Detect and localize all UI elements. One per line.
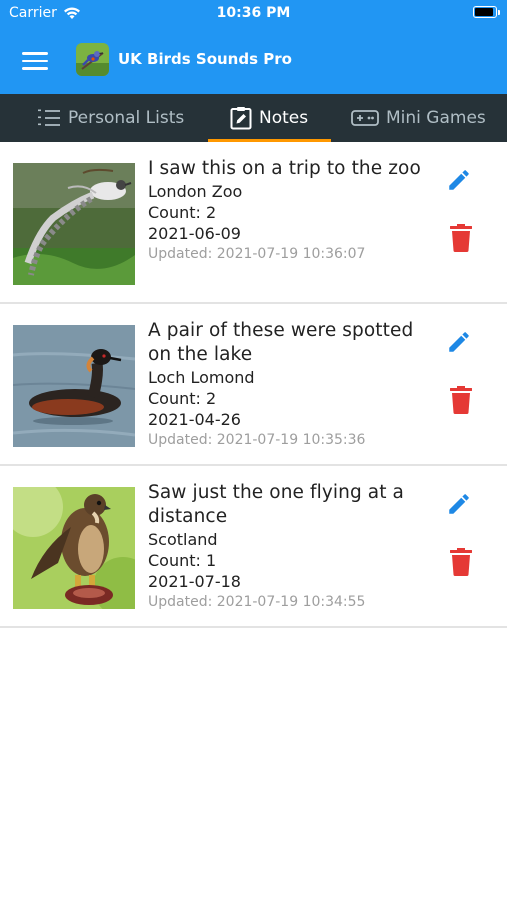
edit-icon[interactable] <box>446 491 472 517</box>
screen: Carrier 10:36 PM UK Birds Sounds Pro Per… <box>0 0 507 900</box>
notes-list: I saw this on a trip to the zoo London Z… <box>0 142 507 628</box>
note-details: A pair of these were spotted on the lake… <box>148 319 428 450</box>
clipboard-edit-icon <box>230 107 252 130</box>
note-item[interactable]: Saw just the one flying at a distance Sc… <box>0 466 507 628</box>
tab-notes[interactable]: Notes <box>230 94 308 142</box>
note-location: Loch Lomond <box>148 368 255 387</box>
note-details: Saw just the one flying at a distance Sc… <box>148 481 428 612</box>
tab-mini-games[interactable]: Mini Games <box>351 94 486 142</box>
status-bar: Carrier 10:36 PM <box>0 0 507 28</box>
tab-mini-games-label: Mini Games <box>386 108 486 128</box>
note-item[interactable]: I saw this on a trip to the zoo London Z… <box>0 142 507 304</box>
note-date: 2021-04-26 <box>148 410 241 429</box>
status-time: 10:36 PM <box>216 5 291 21</box>
hamburger-menu-icon[interactable] <box>22 52 48 70</box>
edit-icon[interactable] <box>446 329 472 355</box>
note-count: Count: 1 <box>148 551 217 570</box>
list-icon <box>38 109 60 126</box>
delete-icon[interactable] <box>449 224 473 252</box>
note-count: Count: 2 <box>148 203 217 222</box>
battery-icon <box>473 6 500 18</box>
tab-notes-label: Notes <box>259 108 309 128</box>
note-title: A pair of these were spotted on the lake <box>148 320 414 365</box>
app-bar: UK Birds Sounds Pro <box>0 28 507 94</box>
note-location: Scotland <box>148 530 218 549</box>
note-item[interactable]: A pair of these were spotted on the lake… <box>0 304 507 466</box>
note-date: 2021-07-18 <box>148 572 241 591</box>
gamepad-icon <box>351 110 379 126</box>
note-count: Count: 2 <box>148 389 217 408</box>
tab-personal-lists-label: Personal Lists <box>68 108 185 128</box>
tab-personal-lists[interactable]: Personal Lists <box>37 94 184 142</box>
bird-photo-grebe <box>13 325 135 447</box>
edit-icon[interactable] <box>446 167 472 193</box>
note-title: Saw just the one flying at a distance <box>148 482 404 527</box>
note-date: 2021-06-09 <box>148 224 241 243</box>
delete-icon[interactable] <box>449 548 473 576</box>
note-updated: Updated: 2021-07-19 10:36:07 <box>148 246 366 262</box>
note-location: London Zoo <box>148 182 243 201</box>
battery-fill <box>475 8 493 16</box>
header: Carrier 10:36 PM UK Birds Sounds Pro <box>0 0 507 94</box>
delete-icon[interactable] <box>449 386 473 414</box>
note-details: I saw this on a trip to the zoo London Z… <box>148 157 428 264</box>
note-title: I saw this on a trip to the zoo <box>148 158 421 179</box>
note-updated: Updated: 2021-07-19 10:35:36 <box>148 432 366 448</box>
app-logo <box>76 43 109 76</box>
tab-bar: Personal Lists Notes Mini Games <box>0 94 507 142</box>
app-title: UK Birds Sounds Pro <box>118 50 292 68</box>
note-updated: Updated: 2021-07-19 10:34:55 <box>148 594 366 610</box>
bird-photo-falcon <box>13 487 135 609</box>
bird-photo-lyrebird <box>13 163 135 285</box>
